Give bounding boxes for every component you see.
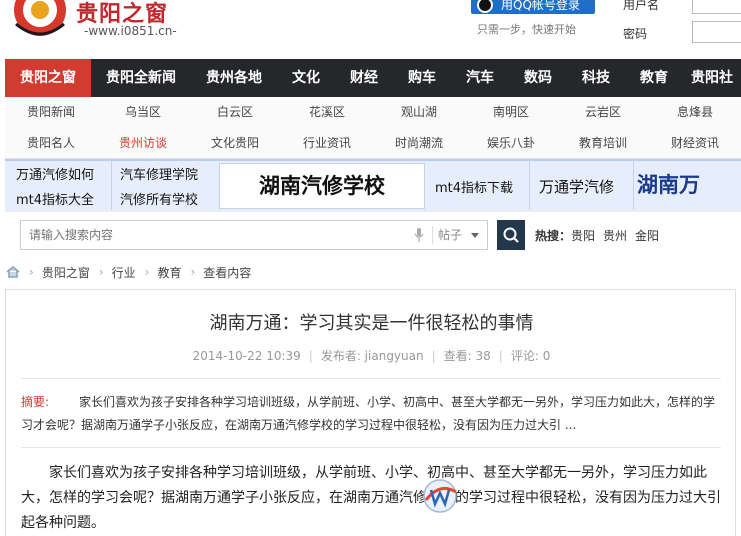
breadcrumb: › 贵阳之窗 › 行业 › 教育 › 查看内容	[6, 264, 251, 280]
breadcrumb-separator: ›	[190, 265, 196, 279]
sub-nav-item[interactable]: 贵阳新闻	[5, 97, 97, 128]
article-comments[interactable]: 评论: 0	[511, 349, 551, 363]
article-panel: 湖南万通：学习其实是一件很轻松的事情 2014-10-22 10:39 | 发布者:…	[5, 289, 736, 536]
sub-nav-item[interactable]: 花溪区	[281, 97, 373, 128]
sub-nav-item[interactable]: 白云区	[189, 97, 281, 128]
breadcrumb-separator: ›	[29, 265, 34, 279]
site-header: 贵阳之窗 -www.i0851.cn- 用QQ帐号登录 只需一步，快速开始 用户…	[0, 0, 741, 58]
summary-tag: 摘要:	[21, 395, 50, 409]
main-nav: 贵阳之窗 贵阳全新闻 贵州各地 文化 财经 购车 汽车 数码 科技 教育 贵阳社	[5, 59, 741, 97]
password-label: 密码	[623, 27, 648, 41]
sub-nav-item[interactable]: 乌当区	[97, 97, 189, 128]
main-nav-item[interactable]: 贵阳全新闻	[91, 59, 191, 97]
article-title: 湖南万通：学习其实是一件很轻松的事情	[209, 313, 534, 334]
breadcrumb-item[interactable]: 行业	[112, 264, 136, 281]
divider	[21, 447, 721, 448]
ad-divider	[111, 161, 112, 210]
search-button[interactable]	[497, 220, 525, 250]
sub-nav-item[interactable]: 贵阳名人	[5, 128, 97, 159]
qq-login-note: 只需一步，快速开始	[477, 23, 576, 36]
summary-text: 家长们喜欢为孩子安排各种学习培训班级，从学前班、小学、初高中、甚至大学都无一另外…	[21, 395, 716, 432]
sub-nav-item-hot[interactable]: 贵州访谈	[97, 128, 189, 159]
main-nav-item[interactable]: 数码	[509, 59, 567, 97]
logo-icon[interactable]	[12, 0, 68, 38]
article-body: 家长们喜欢为孩子安排各种学习培训班级，从学前班、小学、初高中、甚至大学都无一另外…	[21, 465, 721, 531]
ad-link[interactable]: mt4指标大全	[16, 189, 94, 208]
main-nav-item[interactable]: 汽车	[451, 59, 509, 97]
main-nav-item[interactable]: 文化	[277, 59, 335, 97]
article-date: 2014-10-22 10:39	[192, 349, 301, 363]
username-label: 用户名	[623, 0, 660, 12]
article-meta: 2014-10-22 10:39 | 发布者: jiangyuan | 查看: 38 | 评…	[192, 349, 551, 363]
divider	[21, 378, 721, 379]
article-summary: 摘要: 家长们喜欢为孩子安排各种学习培训班级，从学前班、小学、初高中、甚至大学都无…	[21, 391, 721, 437]
sub-nav-item[interactable]: 文化贵阳	[189, 128, 281, 159]
ad-strip: 万通汽修如何 mt4指标大全 汽车修理学院 汽修所有学校 湖南汽修学校 mt4指…	[5, 159, 741, 212]
hot-search-link[interactable]: 金阳	[635, 227, 659, 244]
sub-nav-item[interactable]: 南明区	[465, 97, 557, 128]
search-scope-divider	[432, 226, 433, 244]
breadcrumb-current: 查看内容	[203, 265, 252, 280]
main-nav-item[interactable]: 教育	[625, 59, 683, 97]
sub-nav-item[interactable]: 娱乐八卦	[465, 128, 557, 159]
ad-banner-box[interactable]: 湖南汽修学校	[219, 163, 425, 209]
breadcrumb-separator: ›	[98, 265, 104, 279]
sub-nav-item[interactable]: 云岩区	[557, 97, 649, 128]
search-input[interactable]	[21, 221, 431, 249]
hot-search-link[interactable]: 贵州	[603, 227, 627, 244]
ad-link[interactable]: 汽车修理学院	[120, 164, 198, 183]
sub-nav-item[interactable]: 息烽县	[649, 97, 741, 128]
breadcrumb-item[interactable]: 贵阳之窗	[42, 264, 90, 281]
main-nav-item[interactable]: 购车	[393, 59, 451, 97]
sub-nav-item[interactable]: 时尚潮流	[373, 128, 465, 159]
ad-link[interactable]: 万通学汽修	[539, 176, 614, 197]
qq-login-button[interactable]: 用QQ帐号登录	[471, 0, 595, 14]
sub-nav-item[interactable]: 观山湖	[373, 97, 465, 128]
breadcrumb-item[interactable]: 教育	[157, 264, 181, 281]
main-nav-item[interactable]: 贵州各地	[191, 59, 277, 97]
sub-nav-item[interactable]: 财经资讯	[649, 128, 741, 159]
password-field[interactable]	[692, 21, 741, 43]
ad-link-big[interactable]: 湖南万	[637, 169, 700, 199]
article-views: 查看: 38	[443, 349, 491, 363]
main-nav-item[interactable]: 贵阳之窗	[5, 59, 91, 97]
qq-icon	[477, 0, 493, 13]
main-nav-item[interactable]: 贵阳社	[683, 59, 741, 97]
main-nav-item[interactable]: 财经	[335, 59, 393, 97]
breadcrumb-separator: ›	[144, 265, 150, 279]
search-box: 帖子	[20, 220, 488, 250]
microphone-icon[interactable]	[414, 228, 424, 242]
ad-link[interactable]: 万通汽修如何	[16, 164, 94, 183]
sub-nav-item[interactable]: 行业资讯	[281, 128, 373, 159]
ad-link[interactable]: 汽修所有学校	[120, 189, 198, 208]
username-field[interactable]	[692, 0, 741, 14]
ad-divider	[633, 161, 634, 210]
site-logo-url: -www.i0851.cn-	[84, 24, 177, 38]
search-scope-select[interactable]: 帖子	[438, 221, 488, 249]
hot-search-link[interactable]: 贵阳	[571, 227, 595, 244]
ad-divider	[529, 161, 530, 210]
sub-nav-item[interactable]: 教育培训	[557, 128, 649, 159]
hot-search-label: 热搜：	[535, 229, 572, 243]
search-icon	[503, 227, 519, 243]
chevron-down-icon[interactable]	[471, 233, 479, 238]
home-icon[interactable]	[6, 266, 20, 278]
ad-link[interactable]: mt4指标下载	[435, 177, 513, 196]
article-author[interactable]: 发布者: jiangyuan	[321, 349, 424, 363]
qq-login-label: 用QQ帐号登录	[501, 0, 580, 12]
main-nav-item[interactable]: 科技	[567, 59, 625, 97]
watermark-icon	[423, 479, 457, 513]
sub-nav: 贵阳新闻 乌当区 白云区 花溪区 观山湖 南明区 云岩区 息烽县 贵阳名人 贵州…	[5, 97, 741, 159]
